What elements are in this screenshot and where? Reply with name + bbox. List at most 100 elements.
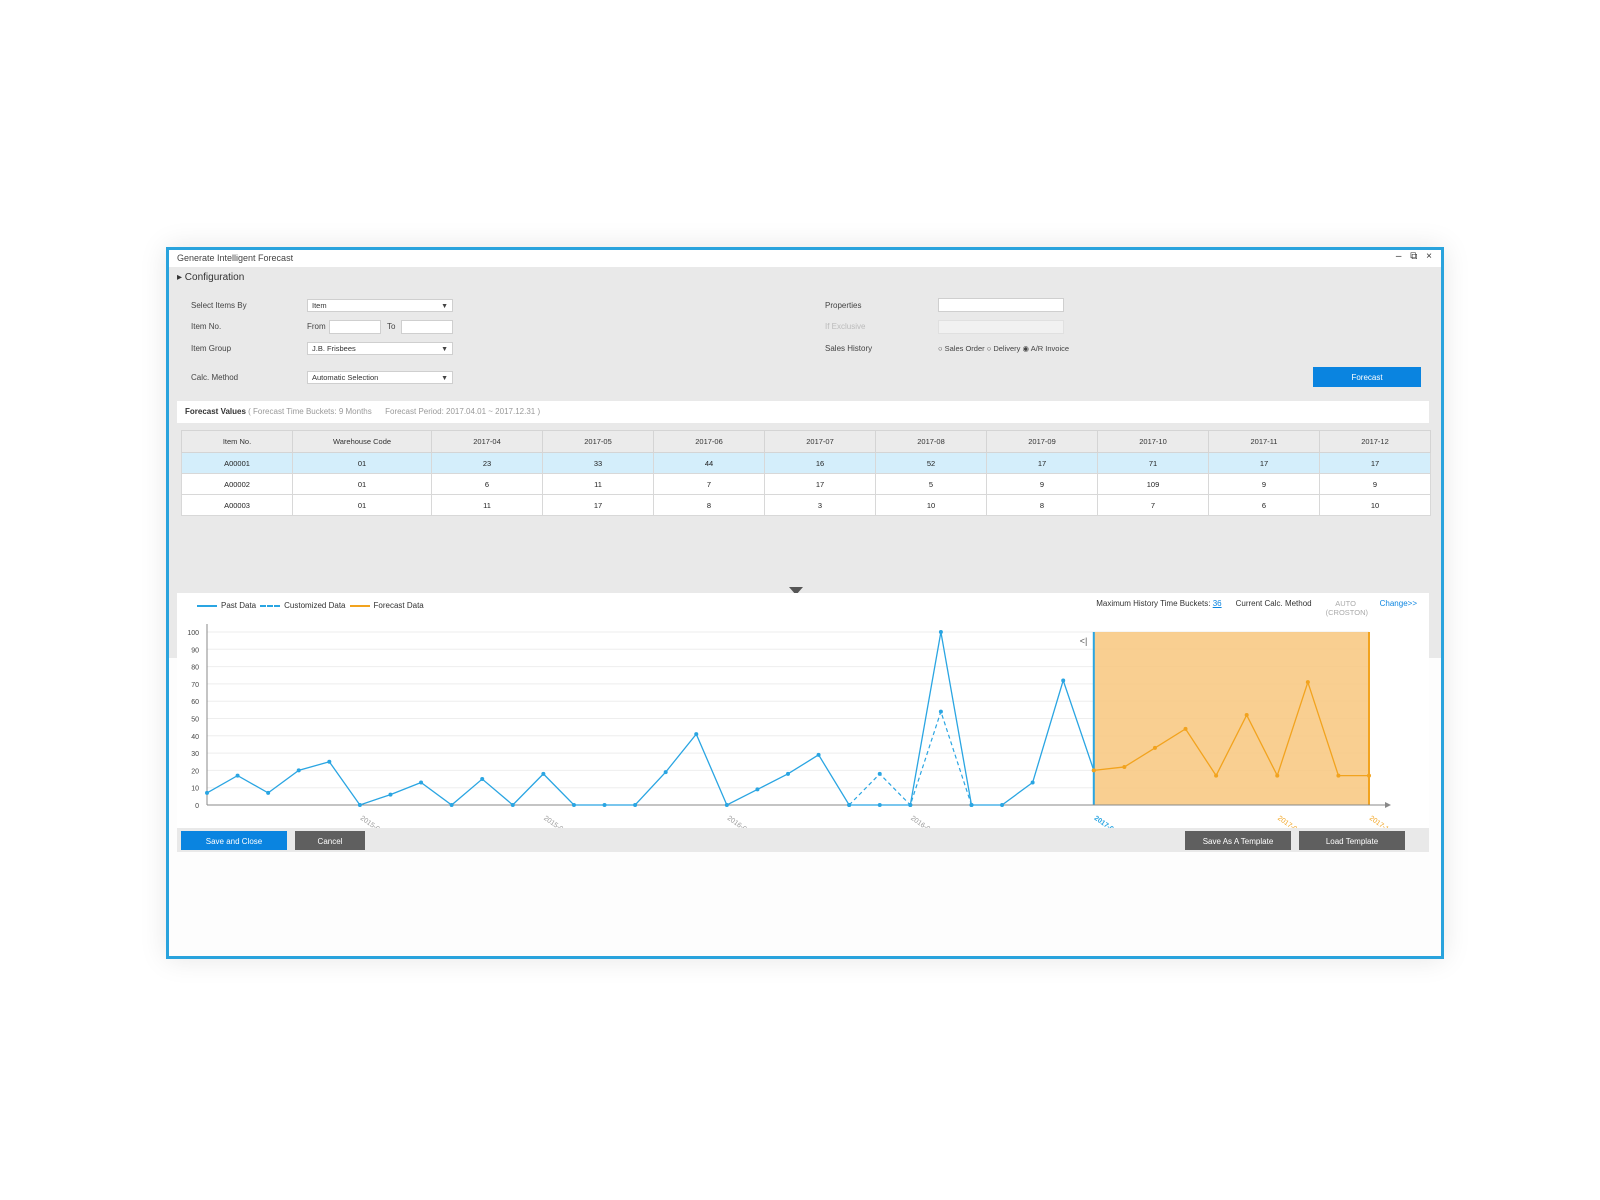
past-data-point: [816, 752, 821, 757]
chart-legend: Past Data Customized Data Forecast Data: [197, 601, 424, 610]
calc-method-label: Calc. Method: [191, 373, 239, 382]
chevron-down-icon: ▼: [441, 303, 448, 310]
column-header[interactable]: Item No.: [181, 430, 293, 453]
table-cell[interactable]: 33: [542, 452, 654, 474]
item-group-dropdown[interactable]: J.B. Frisbees ▼: [307, 342, 453, 355]
column-header[interactable]: 2017-12: [1319, 430, 1431, 453]
sales-history-label: Sales History: [825, 344, 873, 353]
past-data-point: [1061, 678, 1066, 683]
configuration-section-toggle[interactable]: ▸ Configuration: [177, 272, 244, 283]
table-cell[interactable]: 9: [1208, 473, 1320, 495]
item-no-from-input[interactable]: [329, 320, 381, 334]
current-calc-label: Current Calc. Method: [1235, 599, 1312, 608]
table-cell[interactable]: 7: [1097, 494, 1209, 516]
sales-history-radio-group[interactable]: ○ Sales Order ○ Delivery ◉ A/R Invoice: [938, 344, 1069, 353]
table-cell[interactable]: 01: [292, 452, 432, 474]
table-cell[interactable]: 109: [1097, 473, 1209, 495]
item-no-from-label: From: [307, 322, 326, 331]
load-template-button[interactable]: Load Template: [1299, 831, 1405, 850]
table-cell[interactable]: 01: [292, 494, 432, 516]
footer-bar: Save and Close Cancel Save As A Template…: [177, 828, 1429, 852]
table-cell[interactable]: 17: [1208, 452, 1320, 474]
past-data-point: [633, 803, 638, 807]
item-no-to-input[interactable]: [401, 320, 453, 334]
table-cell[interactable]: A00002: [181, 473, 293, 495]
table-cell[interactable]: 11: [431, 494, 543, 516]
change-link[interactable]: Change>>: [1380, 599, 1417, 608]
table-cell[interactable]: 52: [875, 452, 987, 474]
table-cell[interactable]: 9: [1319, 473, 1431, 495]
past-data-point: [510, 803, 515, 807]
table-cell[interactable]: 17: [542, 494, 654, 516]
table-cell[interactable]: 5: [875, 473, 987, 495]
column-header[interactable]: 2017-09: [986, 430, 1098, 453]
past-data-point: [877, 803, 882, 807]
past-data-point: [327, 759, 332, 764]
past-data-point: [694, 732, 699, 737]
table-cell[interactable]: 17: [764, 473, 876, 495]
table-cell[interactable]: 23: [431, 452, 543, 474]
table-cell[interactable]: 3: [764, 494, 876, 516]
table-cell[interactable]: 8: [653, 494, 765, 516]
save-as-template-button[interactable]: Save As A Template: [1185, 831, 1291, 850]
column-header[interactable]: 2017-11: [1208, 430, 1320, 453]
past-data-swatch: [197, 604, 217, 607]
table-cell[interactable]: 01: [292, 473, 432, 495]
table-cell[interactable]: 17: [1319, 452, 1431, 474]
calc-method-dropdown[interactable]: Automatic Selection ▼: [307, 371, 453, 384]
table-cell[interactable]: 44: [653, 452, 765, 474]
forecast-data-point: [1275, 773, 1280, 778]
table-cell[interactable]: A00001: [181, 452, 293, 474]
chart-options: Maximum History Time Buckets: 36 Current…: [1096, 599, 1417, 617]
forecast-line-chart: 0102030405060708090100<|2015-03 2015-09 20…: [187, 624, 1393, 835]
table-row[interactable]: A00002 01 6 11 7 17 5 9 109 9 9: [181, 473, 1431, 495]
past-data-point: [938, 630, 943, 634]
forecast-buckets-info: ( Forecast Time Buckets: 9 Months: [248, 407, 372, 416]
table-cell[interactable]: 10: [1319, 494, 1431, 516]
table-cell[interactable]: 6: [431, 473, 543, 495]
table-cell[interactable]: 11: [542, 473, 654, 495]
column-header[interactable]: 2017-04: [431, 430, 543, 453]
properties-input[interactable]: [938, 298, 1064, 312]
forecast-start-marker-icon: <|: [1080, 636, 1088, 646]
table-row[interactable]: A00003 01 11 17 8 3 10 8 7 6 10: [181, 494, 1431, 516]
forecast-window: Generate Intelligent Forecast – ⧉ × ▸ Co…: [166, 247, 1444, 959]
column-header[interactable]: 2017-05: [542, 430, 654, 453]
table-cell[interactable]: A00003: [181, 494, 293, 516]
title-bar: Generate Intelligent Forecast – ⧉ ×: [169, 250, 1441, 267]
table-cell[interactable]: 16: [764, 452, 876, 474]
column-header[interactable]: 2017-06: [653, 430, 765, 453]
table-cell[interactable]: 7: [653, 473, 765, 495]
max-history-label: Maximum History Time Buckets:: [1096, 599, 1211, 608]
max-history-input[interactable]: 36: [1213, 599, 1222, 608]
forecast-data-point: [1244, 713, 1249, 718]
y-tick-label: 40: [191, 734, 199, 741]
save-and-close-button[interactable]: Save and Close: [181, 831, 287, 850]
y-tick-label: 0: [195, 803, 199, 810]
max-history-control: Maximum History Time Buckets: 36: [1096, 599, 1221, 608]
customized-data-swatch: [260, 604, 281, 607]
calc-method-value: Automatic Selection: [312, 373, 379, 382]
properties-label: Properties: [825, 301, 862, 310]
column-header[interactable]: 2017-08: [875, 430, 987, 453]
item-no-to-label: To: [387, 322, 396, 331]
column-header[interactable]: 2017-10: [1097, 430, 1209, 453]
forecast-data-point: [1336, 773, 1341, 778]
column-header[interactable]: Warehouse Code: [292, 430, 432, 453]
table-cell[interactable]: 71: [1097, 452, 1209, 474]
table-cell[interactable]: 9: [986, 473, 1098, 495]
window-controls[interactable]: – ⧉ ×: [1396, 251, 1435, 262]
past-data-point: [1030, 780, 1035, 785]
forecast-button[interactable]: Forecast: [1313, 367, 1421, 387]
table-row[interactable]: A00001 01 23 33 44 16 52 17 71 17 17: [181, 452, 1431, 474]
past-data-point: [541, 771, 546, 776]
past-data-point: [786, 771, 790, 776]
cancel-button[interactable]: Cancel: [295, 831, 365, 850]
table-cell[interactable]: 17: [986, 452, 1098, 474]
table-cell[interactable]: 10: [875, 494, 987, 516]
select-items-by-dropdown[interactable]: Item ▼: [307, 299, 453, 312]
table-cell[interactable]: 6: [1208, 494, 1320, 516]
column-header[interactable]: 2017-07: [764, 430, 876, 453]
table-cell[interactable]: 8: [986, 494, 1098, 516]
past-data-point: [724, 803, 729, 807]
